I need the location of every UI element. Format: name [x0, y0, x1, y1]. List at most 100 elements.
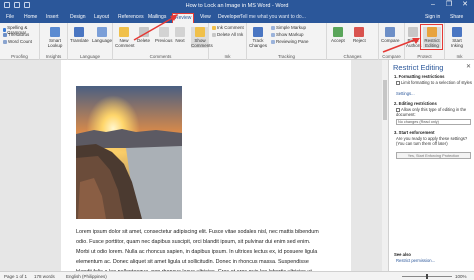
new-comment-button[interactable]: New Comment: [115, 27, 135, 48]
reject-button[interactable]: Reject: [353, 27, 366, 43]
start-enforcement-section: 3. Start enforcement: [394, 130, 472, 135]
show-markup-button[interactable]: Show Markup: [271, 32, 304, 37]
settings-link[interactable]: Settings...: [396, 91, 415, 96]
smart-lookup-button[interactable]: Smart Lookup: [47, 27, 63, 48]
language-indicator[interactable]: English (Philippines): [66, 274, 107, 279]
language-icon: [97, 27, 108, 37]
see-also-label: See also: [394, 252, 411, 257]
group-label: Changes: [343, 54, 362, 59]
new-comment-icon: [119, 27, 129, 37]
sign-in-link[interactable]: Sign in: [425, 13, 440, 22]
show-comments-button[interactable]: Show Comments: [191, 27, 213, 48]
paragraph-line: odio. Fusce porttitor, quam nec dapibus …: [76, 239, 311, 245]
delete-ink-icon: [212, 32, 216, 37]
share-button[interactable]: Share: [450, 13, 463, 22]
section-title: 2. Editing restrictions: [394, 101, 437, 106]
status-bar: Page 1 of 1 178 words English (Philippin…: [0, 271, 474, 280]
tab-design[interactable]: Design: [68, 13, 88, 23]
delete-all-ink-button[interactable]: Delete All Ink: [212, 32, 243, 37]
insights-group: Smart Lookup Insights: [40, 23, 68, 60]
minimize-button[interactable]: –: [426, 1, 440, 10]
start-enforcing-button[interactable]: Yes, Start Enforcing Protection: [396, 152, 471, 159]
formatting-restrictions-section: 1. Formatting restrictions: [394, 74, 472, 79]
markup-icon: [271, 25, 275, 30]
tell-me-box[interactable]: Tell me what you want to do...: [240, 13, 306, 22]
title-bar: How to Lock an Image in MS Word - Word –…: [0, 0, 474, 12]
word-count[interactable]: 178 words: [34, 274, 55, 279]
tab-file[interactable]: File: [4, 13, 16, 23]
language-group: Translate Language Language: [68, 23, 113, 60]
section-title: 3. Start enforcement: [394, 130, 435, 135]
show-markup-icon: [271, 32, 275, 37]
group-label: Protect: [417, 54, 432, 59]
zoom-slider-thumb[interactable]: [426, 274, 428, 279]
pane-close-icon[interactable]: ✕: [466, 63, 471, 70]
tab-developer[interactable]: Developer: [216, 13, 243, 23]
page-count[interactable]: Page 1 of 1: [4, 274, 27, 279]
thesaurus-button[interactable]: Thesaurus: [3, 32, 29, 37]
group-label: Language: [79, 54, 101, 59]
arrow-annotation-review: [133, 14, 178, 41]
ink-comment-group: Ink Comment Delete All Ink Ink: [209, 23, 247, 60]
paragraph-line: elementum ac. Donec aliquet sit amet lig…: [76, 259, 309, 265]
accept-icon: [332, 27, 343, 37]
translate-icon: [74, 27, 85, 37]
scrollbar-thumb[interactable]: [383, 80, 387, 120]
close-button[interactable]: ✕: [458, 1, 472, 10]
restrict-permission-link[interactable]: Restrict permission...: [396, 258, 435, 263]
restrict-editing-highlight: [420, 24, 443, 50]
enforcement-text: Are you ready to apply these settings? (…: [396, 136, 468, 146]
tab-layout[interactable]: Layout: [92, 13, 111, 23]
allow-editing-checkbox[interactable]: Allow only this type of editing in the d…: [396, 107, 472, 117]
group-label: Ink: [456, 54, 463, 59]
editing-type-select[interactable]: No changes (Read only): [396, 119, 471, 125]
changes-group: Accept Reject Changes: [327, 23, 379, 60]
maximize-button[interactable]: ❐: [442, 1, 456, 10]
pen-icon: [452, 27, 462, 37]
word-count-icon: [3, 39, 7, 44]
document-paragraph: Lorem ipsum dolor sit amet, consectetur …: [76, 227, 346, 277]
group-label: Proofing: [11, 54, 28, 59]
reject-icon: [354, 27, 365, 37]
track-changes-button[interactable]: Track Changes: [249, 27, 267, 48]
arrow-annotation-restrict: [382, 38, 420, 53]
smart-lookup-icon: [50, 27, 60, 37]
tab-home[interactable]: Home: [22, 13, 39, 23]
group-label: Compare: [382, 54, 401, 59]
section-title: 1. Formatting restrictions: [394, 74, 445, 79]
start-inking-button[interactable]: Start Inking: [448, 27, 466, 48]
window-controls: – ❐ ✕: [426, 1, 472, 10]
tab-insert[interactable]: Insert: [44, 13, 61, 23]
track-changes-icon: [253, 27, 263, 37]
proofing-group: Spelling & Grammar Thesaurus Word Count …: [0, 23, 40, 60]
thesaurus-icon: [3, 32, 7, 37]
paragraph-line: Lorem ipsum dolor sit amet, consectetur …: [76, 229, 319, 235]
ink-comment-icon: [212, 25, 216, 30]
pane-title: Restrict Editing: [393, 63, 444, 72]
start-inking-group: Start Inking Ink: [445, 23, 474, 60]
tracking-group: Track Changes Simple Markup Show Markup …: [247, 23, 327, 60]
group-label: Insights: [45, 54, 62, 59]
paragraph-line: Morbi ut odio lorem. Nulla ac rhoncus sa…: [76, 249, 318, 255]
editing-restrictions-section: 2. Editing restrictions: [394, 101, 472, 106]
group-label: Ink: [224, 54, 231, 59]
zoom-level[interactable]: 100%: [455, 274, 467, 279]
restrict-editing-pane: Restrict Editing ✕ 1. Formatting restric…: [388, 60, 474, 271]
group-label: Comments: [149, 54, 172, 59]
translate-button[interactable]: Translate: [70, 27, 89, 43]
sunset-cliff-image[interactable]: [76, 86, 182, 219]
reviewing-pane-button[interactable]: Reviewing Pane: [271, 39, 309, 44]
limit-formatting-checkbox[interactable]: Limit formatting to a selection of style…: [396, 80, 472, 85]
accept-button[interactable]: Accept: [331, 27, 345, 43]
reviewing-pane-icon: [271, 39, 275, 44]
tab-view[interactable]: View: [198, 13, 213, 23]
ink-comment-button[interactable]: Ink Comment: [212, 25, 244, 30]
window-title: How to Lock an Image in MS Word - Word: [185, 3, 289, 9]
word-count-button[interactable]: Word Count: [3, 39, 32, 44]
checkbox-icon: [396, 80, 400, 85]
simple-markup-select[interactable]: Simple Markup: [271, 25, 306, 30]
group-label: Tracking: [277, 54, 296, 59]
menu-tabs: File Home Insert Design Layout Reference…: [0, 12, 474, 23]
language-button[interactable]: Language: [92, 27, 112, 43]
show-comments-icon: [195, 27, 205, 37]
